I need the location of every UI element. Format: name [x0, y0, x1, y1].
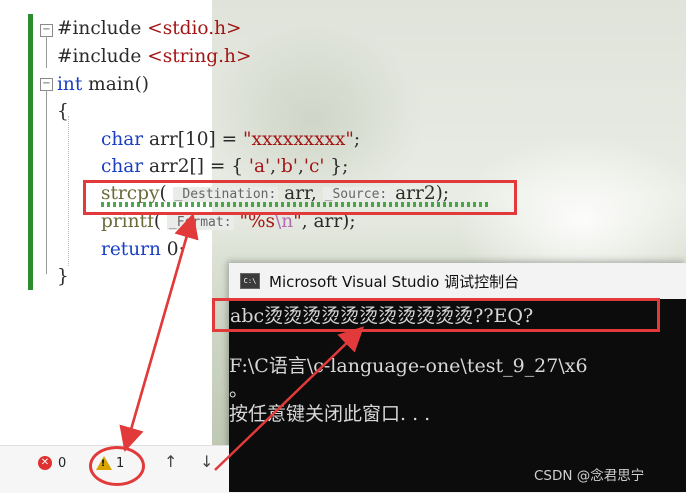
- console-title-text: Microsoft Visual Studio 调试控制台: [269, 272, 520, 291]
- error-count[interactable]: 0: [58, 456, 66, 471]
- fold-line: [46, 90, 47, 274]
- indent-guide: [68, 116, 70, 266]
- preprocessor-directive: #include: [57, 46, 148, 67]
- char-literal: 'a': [248, 156, 271, 177]
- code-text: arr[10] =: [143, 129, 243, 150]
- highlight-box-strcpy: [83, 180, 517, 215]
- keyword: int: [57, 74, 83, 95]
- fold-line: [46, 36, 47, 68]
- keyword: char: [101, 156, 144, 177]
- highlight-box-output: [212, 298, 660, 332]
- console-prompt-line: 按任意键关闭此窗口. . .: [229, 403, 431, 425]
- open-brace: {: [57, 101, 69, 122]
- code-line-5[interactable]: char arr[10] = "xxxxxxxxx";: [101, 129, 360, 150]
- console-path-continuation: 。: [229, 379, 249, 401]
- char-literal: 'b': [275, 156, 298, 177]
- code-line-2[interactable]: #include <string.h>: [57, 46, 251, 67]
- code-text: main(): [82, 74, 150, 95]
- include-header: <string.h>: [147, 46, 252, 67]
- close-brace: }: [57, 266, 69, 287]
- code-line-6[interactable]: char arr2[] = { 'a','b','c' };: [101, 156, 348, 177]
- string-literal: "xxxxxxxxx": [243, 129, 354, 150]
- error-icon[interactable]: ✕: [38, 456, 52, 470]
- change-bar: [28, 14, 33, 290]
- code-line-9[interactable]: return 0;: [101, 239, 185, 260]
- preprocessor-directive: #include: [57, 18, 148, 39]
- code-line-1[interactable]: #include <stdio.h>: [57, 18, 242, 39]
- code-line-10[interactable]: }: [57, 266, 69, 287]
- code-text: arr2[] = {: [143, 156, 249, 177]
- code-line-4[interactable]: {: [57, 101, 69, 122]
- console-app-icon: C:\: [240, 273, 260, 289]
- highlight-ellipse-warning: [89, 446, 145, 486]
- keyword: char: [101, 129, 144, 150]
- previous-issue-icon[interactable]: ↑: [164, 452, 177, 471]
- next-issue-icon[interactable]: ↓: [200, 452, 213, 471]
- code-text: ;: [353, 129, 361, 150]
- keyword: return: [101, 239, 161, 260]
- code-line-3[interactable]: int main(): [57, 74, 149, 95]
- console-titlebar[interactable]: C:\ Microsoft Visual Studio 调试控制台: [229, 263, 686, 299]
- code-text: };: [324, 156, 349, 177]
- include-header: <stdio.h>: [147, 18, 242, 39]
- char-literal: 'c': [303, 156, 325, 177]
- param-hint: _Format:: [166, 215, 234, 230]
- watermark: CSDN @念君思宁: [534, 468, 645, 484]
- console-path-line: F:\C语言\c-language-one\test_9_27\x6: [229, 355, 588, 377]
- code-text: 0;: [160, 239, 185, 260]
